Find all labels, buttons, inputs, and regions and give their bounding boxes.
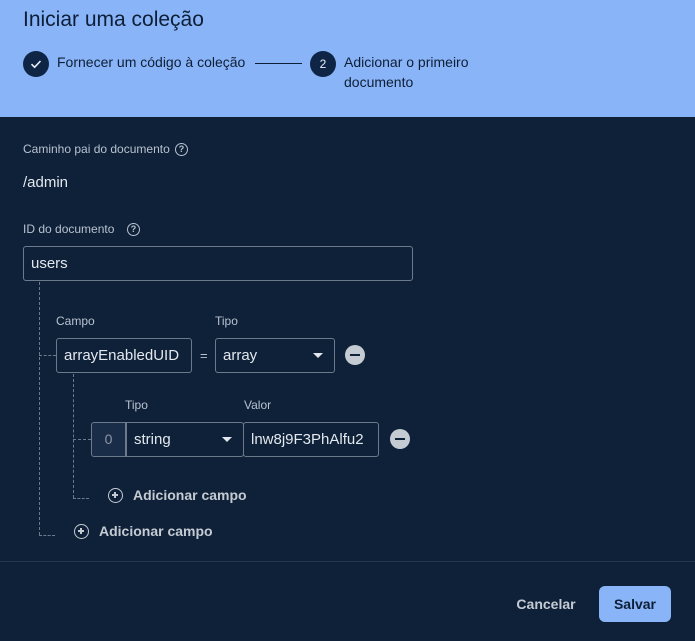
parent-path-value: /admin [23, 174, 69, 191]
item-type-label: Tipo [125, 398, 148, 412]
array-index: 0 [91, 422, 126, 457]
step-2-label: Adicionar o primeiro documento [344, 54, 469, 90]
field-type-select[interactable]: array [215, 338, 335, 373]
item-value-label: Valor [244, 398, 272, 412]
item-type-value: string [134, 431, 171, 448]
dropdown-caret-icon [313, 353, 323, 358]
remove-item-button[interactable] [390, 429, 410, 449]
step-1-label: Fornecer um código à coleção [57, 54, 246, 70]
dropdown-caret-icon [222, 437, 232, 442]
add-circle-icon [108, 487, 123, 503]
dialog-title: Iniciar uma coleção [23, 8, 204, 31]
remove-field-button[interactable] [345, 345, 365, 365]
tree-line [73, 498, 89, 499]
add-circle-icon [74, 523, 89, 539]
tree-line [73, 439, 91, 440]
help-icon[interactable]: ? [127, 223, 140, 236]
tree-line [73, 374, 74, 498]
add-nested-field-label: Adicionar campo [133, 487, 247, 503]
document-id-label: ID do documento [23, 222, 115, 236]
equals-sign: = [200, 348, 208, 363]
check-icon [30, 60, 42, 69]
field-name-input[interactable]: arrayEnabledUID [56, 338, 192, 373]
item-type-select[interactable]: string [126, 422, 244, 457]
start-collection-dialog: Iniciar uma coleção Fornecer um código à… [0, 0, 695, 641]
tree-line [39, 535, 55, 536]
step-2-number: 2 [310, 51, 336, 77]
item-value-input[interactable]: lnw8j9F3PhAlfu2 [243, 422, 379, 457]
step-connector [255, 63, 302, 64]
footer-divider [0, 561, 695, 562]
type-label: Tipo [215, 314, 238, 328]
step-1-check-icon [23, 51, 49, 77]
add-field-button[interactable]: Adicionar campo [74, 523, 213, 539]
tree-line [39, 282, 40, 535]
save-button[interactable]: Salvar [599, 586, 671, 622]
help-icon[interactable]: ? [175, 143, 188, 156]
tree-line [39, 355, 56, 356]
add-nested-field-button[interactable]: Adicionar campo [108, 487, 247, 503]
dialog-header: Iniciar uma coleção Fornecer um código à… [0, 0, 695, 117]
add-field-label: Adicionar campo [99, 523, 213, 539]
field-type-value: array [223, 347, 258, 364]
parent-path-label: Caminho pai do documento [23, 142, 170, 156]
field-label: Campo [56, 314, 95, 328]
document-id-input[interactable]: users [23, 246, 413, 281]
cancel-button[interactable]: Cancelar [507, 586, 585, 622]
